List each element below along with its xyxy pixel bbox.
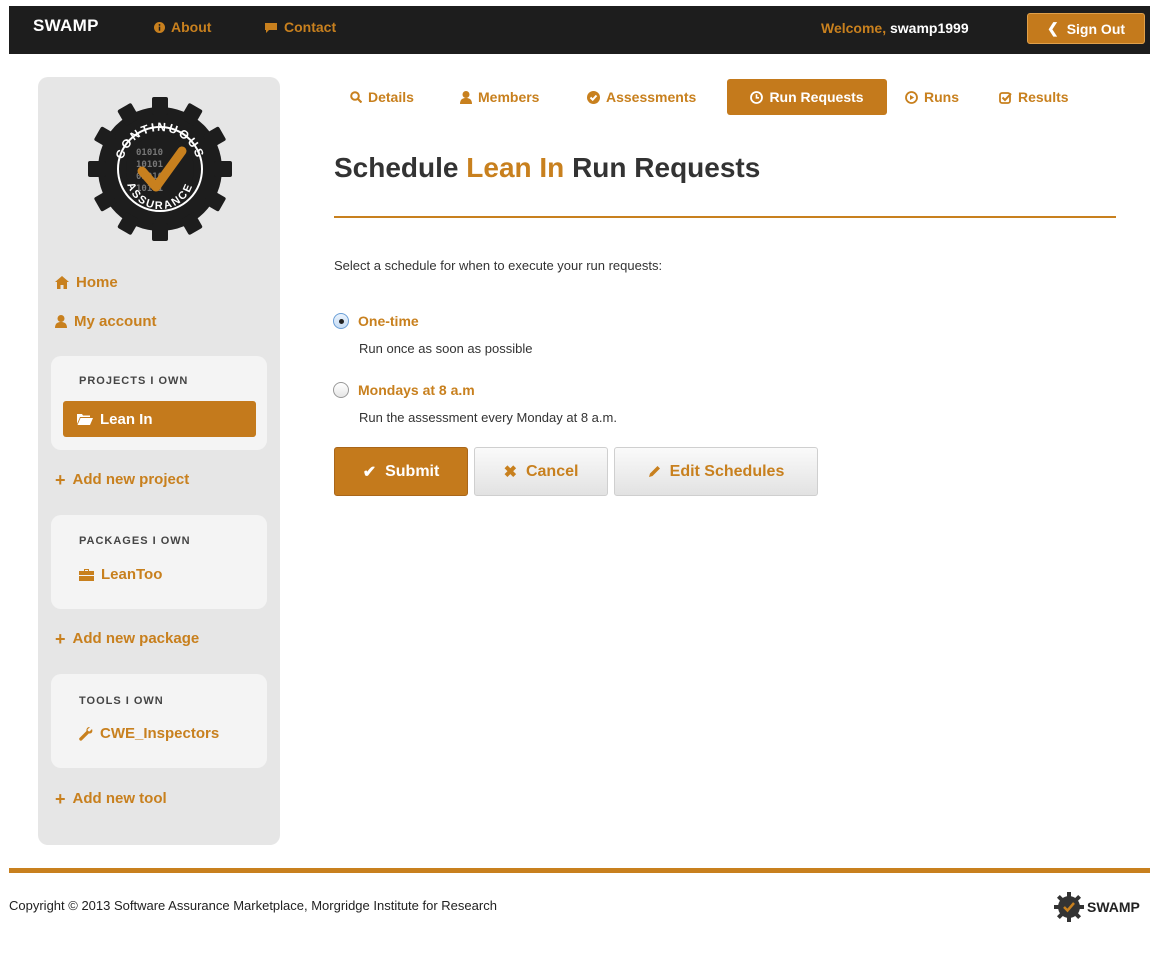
tab-members[interactable]: Members [460, 79, 539, 115]
folder-open-icon [77, 414, 93, 425]
add-tool-label: Add new tool [72, 790, 167, 807]
user-icon [460, 90, 472, 104]
tab-run-requests-label: Run Requests [769, 89, 864, 105]
user-icon [55, 315, 67, 328]
sign-out-button[interactable]: ❮ Sign Out [1027, 13, 1145, 44]
gear-icon [1054, 892, 1084, 922]
add-tool-link[interactable]: + Add new tool [55, 788, 167, 809]
check-icon: ✔ [362, 463, 377, 481]
tab-results[interactable]: Results [999, 79, 1069, 115]
package-label: LeanToo [101, 566, 163, 583]
sidebar-item-package[interactable]: LeanToo [79, 566, 162, 583]
project-label: Lean In [100, 410, 153, 428]
search-icon [350, 91, 362, 103]
nav-about-label: About [171, 19, 212, 35]
schedule-option-mondays[interactable]: Mondays at 8 a.m [333, 382, 475, 398]
sidebar-home-label: Home [76, 274, 118, 291]
briefcase-icon [79, 568, 94, 581]
nav-about-link[interactable]: About [154, 19, 211, 35]
submit-button[interactable]: ✔ Submit [334, 447, 468, 496]
cancel-label: Cancel [525, 462, 579, 480]
sidebar-account-label: My account [74, 313, 157, 330]
mondays-description: Run the assessment every Monday at 8 a.m… [359, 410, 617, 425]
footer-divider [9, 868, 1150, 873]
one-time-label: One-time [358, 313, 419, 329]
tab-results-label: Results [1018, 89, 1069, 105]
tab-assessments-label: Assessments [606, 89, 697, 105]
tools-title: TOOLS I OWN [79, 695, 164, 707]
footer-logo-text: SWAMP [1087, 899, 1140, 915]
tab-details-label: Details [368, 89, 414, 105]
mondays-radio[interactable] [333, 382, 349, 398]
sign-out-label: Sign Out [1066, 20, 1126, 37]
packages-box: PACKAGES I OWN LeanToo [51, 515, 267, 609]
pencil-icon [648, 466, 660, 477]
close-icon: ✖ [503, 463, 517, 481]
sidebar-item-project[interactable]: Lean In [63, 401, 256, 437]
tab-run-requests[interactable]: Run Requests [727, 79, 887, 115]
tab-assessments[interactable]: Assessments [587, 79, 696, 115]
tab-details[interactable]: Details [350, 79, 414, 115]
sidebar-home-link[interactable]: Home [55, 274, 118, 291]
play-circle-icon [905, 90, 918, 104]
sidebar: 01010 10101 01010 10101 CONTINUOUS ASSUR… [38, 77, 280, 845]
copyright-text: Copyright © 2013 Software Assurance Mark… [9, 898, 497, 913]
one-time-description: Run once as soon as possible [359, 341, 533, 356]
packages-title: PACKAGES I OWN [79, 535, 191, 547]
title-divider [334, 216, 1116, 218]
check-circle-icon [587, 90, 600, 104]
projects-box: PROJECTS I OWN Lean In [51, 356, 267, 450]
svg-text:01010: 01010 [136, 148, 163, 158]
nav-contact-link[interactable]: Contact [264, 19, 336, 35]
chevron-left-icon: ❮ [1046, 20, 1059, 36]
username: swamp1999 [890, 20, 969, 36]
tool-label: CWE_Inspectors [100, 725, 220, 742]
mondays-label: Mondays at 8 a.m [358, 382, 475, 398]
tools-box: TOOLS I OWN CWE_Inspectors [51, 674, 267, 768]
schedule-prompt: Select a schedule for when to execute yo… [334, 258, 663, 273]
check-square-icon [999, 91, 1012, 104]
clock-icon [750, 90, 764, 104]
tab-members-label: Members [478, 89, 540, 105]
edit-schedules-label: Edit Schedules [669, 462, 785, 480]
home-icon [55, 276, 69, 289]
add-package-link[interactable]: + Add new package [55, 628, 200, 649]
sidebar-account-link[interactable]: My account [55, 313, 157, 330]
comment-icon [265, 22, 277, 33]
plus-icon: + [55, 628, 66, 649]
add-package-label: Add new package [72, 630, 200, 647]
one-time-radio[interactable] [333, 313, 349, 329]
welcome-text: Welcome, swamp1999 [821, 20, 969, 36]
welcome-prefix: Welcome, [821, 20, 887, 36]
title-prefix: Schedule [334, 152, 459, 183]
projects-title: PROJECTS I OWN [79, 375, 189, 387]
cancel-button[interactable]: ✖ Cancel [474, 447, 608, 496]
plus-icon: + [55, 469, 66, 490]
tab-runs[interactable]: Runs [905, 79, 959, 115]
plus-icon: + [55, 788, 66, 809]
add-project-link[interactable]: + Add new project [55, 469, 190, 490]
top-navbar: SWAMP About Contact Welcome, swamp1999 ❮… [9, 6, 1150, 54]
submit-label: Submit [385, 462, 440, 480]
wrench-icon [79, 726, 93, 741]
add-project-label: Add new project [72, 471, 190, 488]
sidebar-item-tool[interactable]: CWE_Inspectors [79, 725, 219, 742]
nav-contact-label: Contact [284, 19, 337, 35]
title-suffix: Run Requests [572, 152, 761, 183]
info-icon [154, 21, 165, 33]
title-project: Lean In [466, 152, 565, 183]
footer-swamp-logo[interactable]: SWAMP [1054, 892, 1140, 922]
edit-schedules-button[interactable]: Edit Schedules [614, 447, 818, 496]
brand-logo[interactable]: SWAMP [33, 16, 99, 36]
page-title: Schedule Lean In Run Requests [334, 152, 760, 184]
continuous-assurance-logo: 01010 10101 01010 10101 CONTINUOUS ASSUR… [88, 97, 232, 241]
schedule-option-one-time[interactable]: One-time [333, 313, 419, 329]
tab-runs-label: Runs [924, 89, 959, 105]
